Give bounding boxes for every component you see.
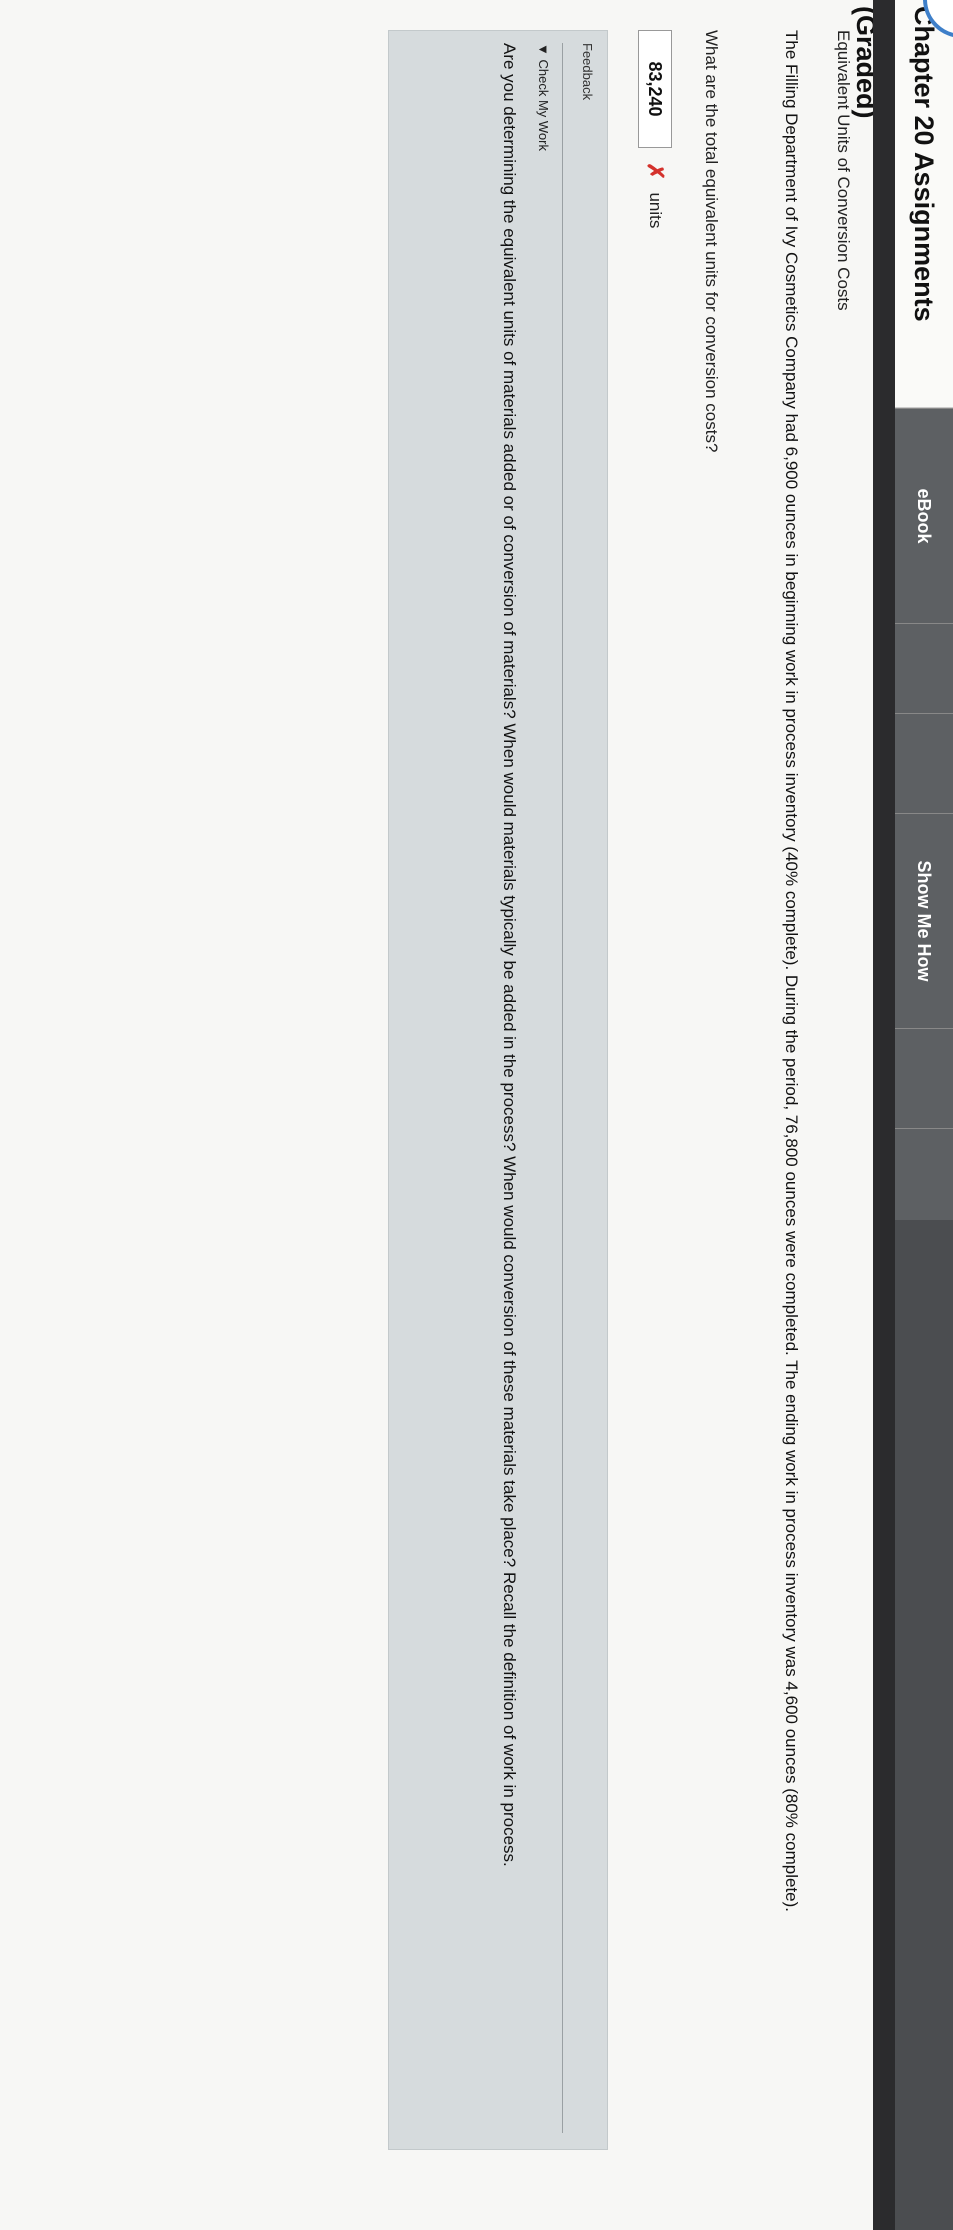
feedback-title: Feedback bbox=[580, 43, 595, 101]
problem-text: The Filling Department of Ivy Cosmetics … bbox=[782, 30, 801, 1913]
problem-subtitle: Equivalent Units of Conversion Costs bbox=[834, 30, 853, 311]
answer-input[interactable]: 83,240 bbox=[638, 30, 672, 148]
question-text: What are the total equivalent units for … bbox=[702, 30, 721, 453]
tab-blank-2[interactable] bbox=[895, 713, 953, 813]
tab-blank-4[interactable] bbox=[895, 1128, 953, 1220]
page-title: Chapter 20 Assignments (Graded) bbox=[851, 0, 953, 408]
units-label: units bbox=[646, 192, 665, 229]
tab-show-me-how[interactable]: Show Me How bbox=[895, 813, 953, 1028]
feedback-text: Are you determining the equivalent units… bbox=[500, 43, 519, 1867]
header-bar: Chapter 20 Assignments (Graded) eBook Sh… bbox=[851, 0, 953, 2230]
answer-row: 83,240 ✗ units bbox=[637, 30, 673, 228]
triangle-down-icon: ▼ bbox=[536, 43, 551, 56]
feedback-panel: Feedback ▼ Check My Work Are you determi… bbox=[388, 30, 608, 2150]
tab-blank-1[interactable] bbox=[895, 623, 953, 713]
feedback-divider bbox=[562, 43, 563, 2133]
header-bar-right bbox=[895, 1220, 953, 2230]
check-my-work-label: Check My Work bbox=[536, 59, 551, 152]
screen-edge bbox=[873, 0, 895, 2230]
incorrect-x-icon: ✗ bbox=[643, 162, 668, 181]
tab-ebook[interactable]: eBook bbox=[895, 408, 953, 623]
screen: Chapter 20 Assignments (Graded) eBook Sh… bbox=[0, 0, 953, 2230]
page-content: Chapter 20 Assignments (Graded) eBook Sh… bbox=[0, 0, 953, 2230]
check-my-work-toggle[interactable]: ▼ Check My Work bbox=[536, 43, 551, 151]
tab-blank-3[interactable] bbox=[895, 1028, 953, 1128]
